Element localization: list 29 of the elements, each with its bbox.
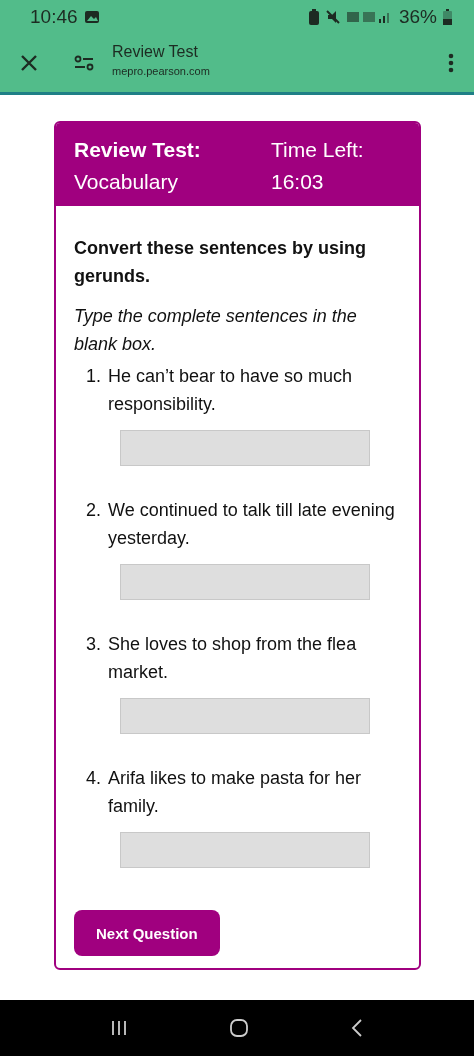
home-icon[interactable] <box>229 1018 249 1038</box>
question-text: He can’t bear to have so much responsibility. <box>108 365 354 416</box>
battery-icon <box>443 9 452 25</box>
more-icon[interactable] <box>448 53 454 73</box>
back-icon[interactable] <box>351 1018 363 1038</box>
question-number: 1. <box>86 365 102 388</box>
image-icon <box>83 10 100 24</box>
question-number: 2. <box>86 499 102 522</box>
battery-saver-icon <box>308 9 319 25</box>
page-title: Review Test <box>112 43 199 61</box>
question-number: 4. <box>86 767 102 790</box>
instruction: Convert these sentences by using gerunds. <box>74 237 368 288</box>
test-subtitle: Vocabulary <box>74 169 179 195</box>
hint-text: Type the complete sentences in the blank box. <box>74 305 358 356</box>
settings-icon[interactable] <box>74 55 94 71</box>
page-url: mepro.pearson.com <box>112 65 211 77</box>
recent-apps-icon[interactable] <box>111 1020 127 1036</box>
question-text: We continued to talk till late evening yesterday. <box>108 499 396 550</box>
battery-level: 36% <box>398 6 437 28</box>
question-text: She loves to shop from the flea market. <box>108 633 358 684</box>
mute-icon <box>324 9 341 25</box>
test-title: Review Test: <box>74 137 202 163</box>
next-question-button[interactable]: Next Question <box>74 910 220 956</box>
status-time: 10:46 <box>30 6 78 28</box>
timer-label: Time Left: <box>271 137 364 163</box>
timer-value: 16:03 <box>271 169 325 195</box>
close-icon[interactable] <box>20 54 38 72</box>
question-text: Arifa likes to make pasta for her family. <box>108 767 363 818</box>
question-number: 3. <box>86 633 102 656</box>
